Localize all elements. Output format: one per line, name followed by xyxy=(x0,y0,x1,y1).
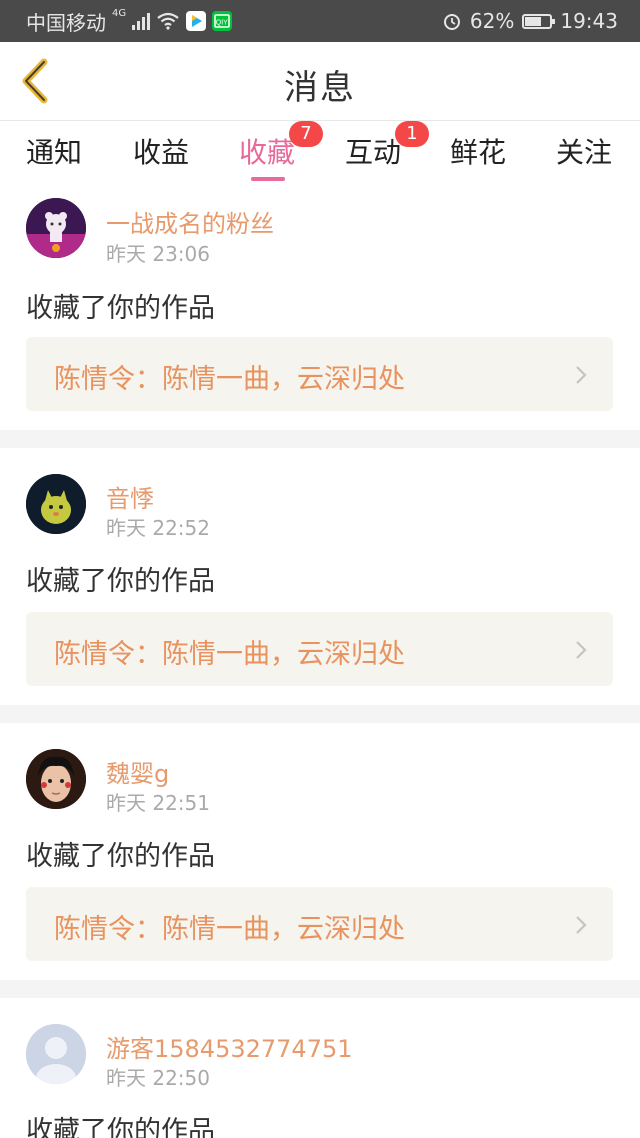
message-text: 收藏了你的作品 xyxy=(26,1116,215,1138)
message-text: 收藏了你的作品 xyxy=(26,841,215,872)
message-time: 昨天 23:06 xyxy=(106,242,210,266)
page-title: 消息 xyxy=(284,68,356,108)
list-item: 音悸 昨天 22:52 收藏了你的作品 陈情令：陈情一曲，云深归处 xyxy=(0,448,640,705)
list-item: 游客1584532774751 昨天 22:50 收藏了你的作品 xyxy=(0,998,640,1138)
alarm-icon xyxy=(443,14,460,30)
active-tab-indicator xyxy=(251,177,285,181)
tab-label: 通知 xyxy=(26,136,83,169)
battery-icon xyxy=(522,13,556,29)
tab-notice[interactable]: 通知 xyxy=(26,131,82,171)
network-type: 4G xyxy=(112,7,127,19)
list-item: 魏婴g 昨天 22:51 收藏了你的作品 陈情令：陈情一曲，云深归处 xyxy=(0,723,640,980)
work-card[interactable]: 陈情令：陈情一曲，云深归处 xyxy=(26,612,613,686)
list-item: 一战成名的粉丝 昨天 23:06 收藏了你的作品 陈情令：陈情一曲，云深归处 xyxy=(0,182,640,430)
tab-label: 鲜花 xyxy=(450,136,507,169)
avatar[interactable] xyxy=(26,749,86,809)
tab-bar: 通知 收益 收藏 7 互动 1 鲜花 关注 xyxy=(0,120,640,181)
unread-badge: 7 xyxy=(289,121,323,147)
username-link[interactable]: 游客1584532774751 xyxy=(106,1029,353,1064)
title-bar: 消息 xyxy=(0,42,640,120)
tab-label: 收藏 xyxy=(239,136,296,169)
avatar[interactable] xyxy=(26,1024,86,1084)
work-card[interactable]: 陈情令：陈情一曲，云深归处 xyxy=(26,887,613,961)
chevron-right-icon xyxy=(576,366,587,384)
carrier-name: 中国移动 xyxy=(26,10,106,35)
signal-icon xyxy=(132,12,151,30)
divider xyxy=(0,705,640,723)
tab-label: 关注 xyxy=(556,136,613,169)
tab-label: 互动 xyxy=(345,136,402,169)
chevron-right-icon xyxy=(576,641,587,659)
username-link[interactable]: 魏婴g xyxy=(106,754,169,789)
video-app-icon xyxy=(186,11,207,31)
chevron-right-icon xyxy=(576,916,587,934)
message-text: 收藏了你的作品 xyxy=(26,566,215,597)
tab-favorites[interactable]: 收藏 7 xyxy=(239,121,323,181)
wifi-icon xyxy=(157,12,179,30)
work-card[interactable]: 陈情令：陈情一曲，云深归处 xyxy=(26,337,613,411)
message-text: 收藏了你的作品 xyxy=(26,293,215,324)
divider xyxy=(0,430,640,448)
iqiyi-app-icon: iQIYI xyxy=(212,11,233,31)
username-link[interactable]: 一战成名的粉丝 xyxy=(106,204,274,239)
avatar[interactable] xyxy=(26,198,86,258)
divider xyxy=(0,980,640,998)
clock: 19:43 xyxy=(560,9,618,33)
avatar[interactable] xyxy=(26,474,86,534)
battery-percent: 62% xyxy=(469,9,515,33)
work-title: 陈情令：陈情一曲，云深归处 xyxy=(54,639,405,670)
tab-flowers[interactable]: 鲜花 xyxy=(450,131,506,171)
tab-follow[interactable]: 关注 xyxy=(556,131,612,171)
tab-label: 收益 xyxy=(133,136,190,169)
tab-earnings[interactable]: 收益 xyxy=(133,131,189,171)
work-title: 陈情令：陈情一曲，云深归处 xyxy=(54,364,405,395)
unread-badge: 1 xyxy=(395,121,429,147)
message-time: 昨天 22:51 xyxy=(106,791,210,815)
status-bar: 中国移动 4G iQIYI 62% 19:43 xyxy=(0,0,640,42)
svg-text:iQIYI: iQIYI xyxy=(214,20,230,27)
username-link[interactable]: 音悸 xyxy=(106,479,154,514)
message-time: 昨天 22:52 xyxy=(106,516,210,540)
message-time: 昨天 22:50 xyxy=(106,1066,210,1090)
tab-interaction[interactable]: 互动 1 xyxy=(345,121,429,171)
work-title: 陈情令：陈情一曲，云深归处 xyxy=(54,914,405,945)
